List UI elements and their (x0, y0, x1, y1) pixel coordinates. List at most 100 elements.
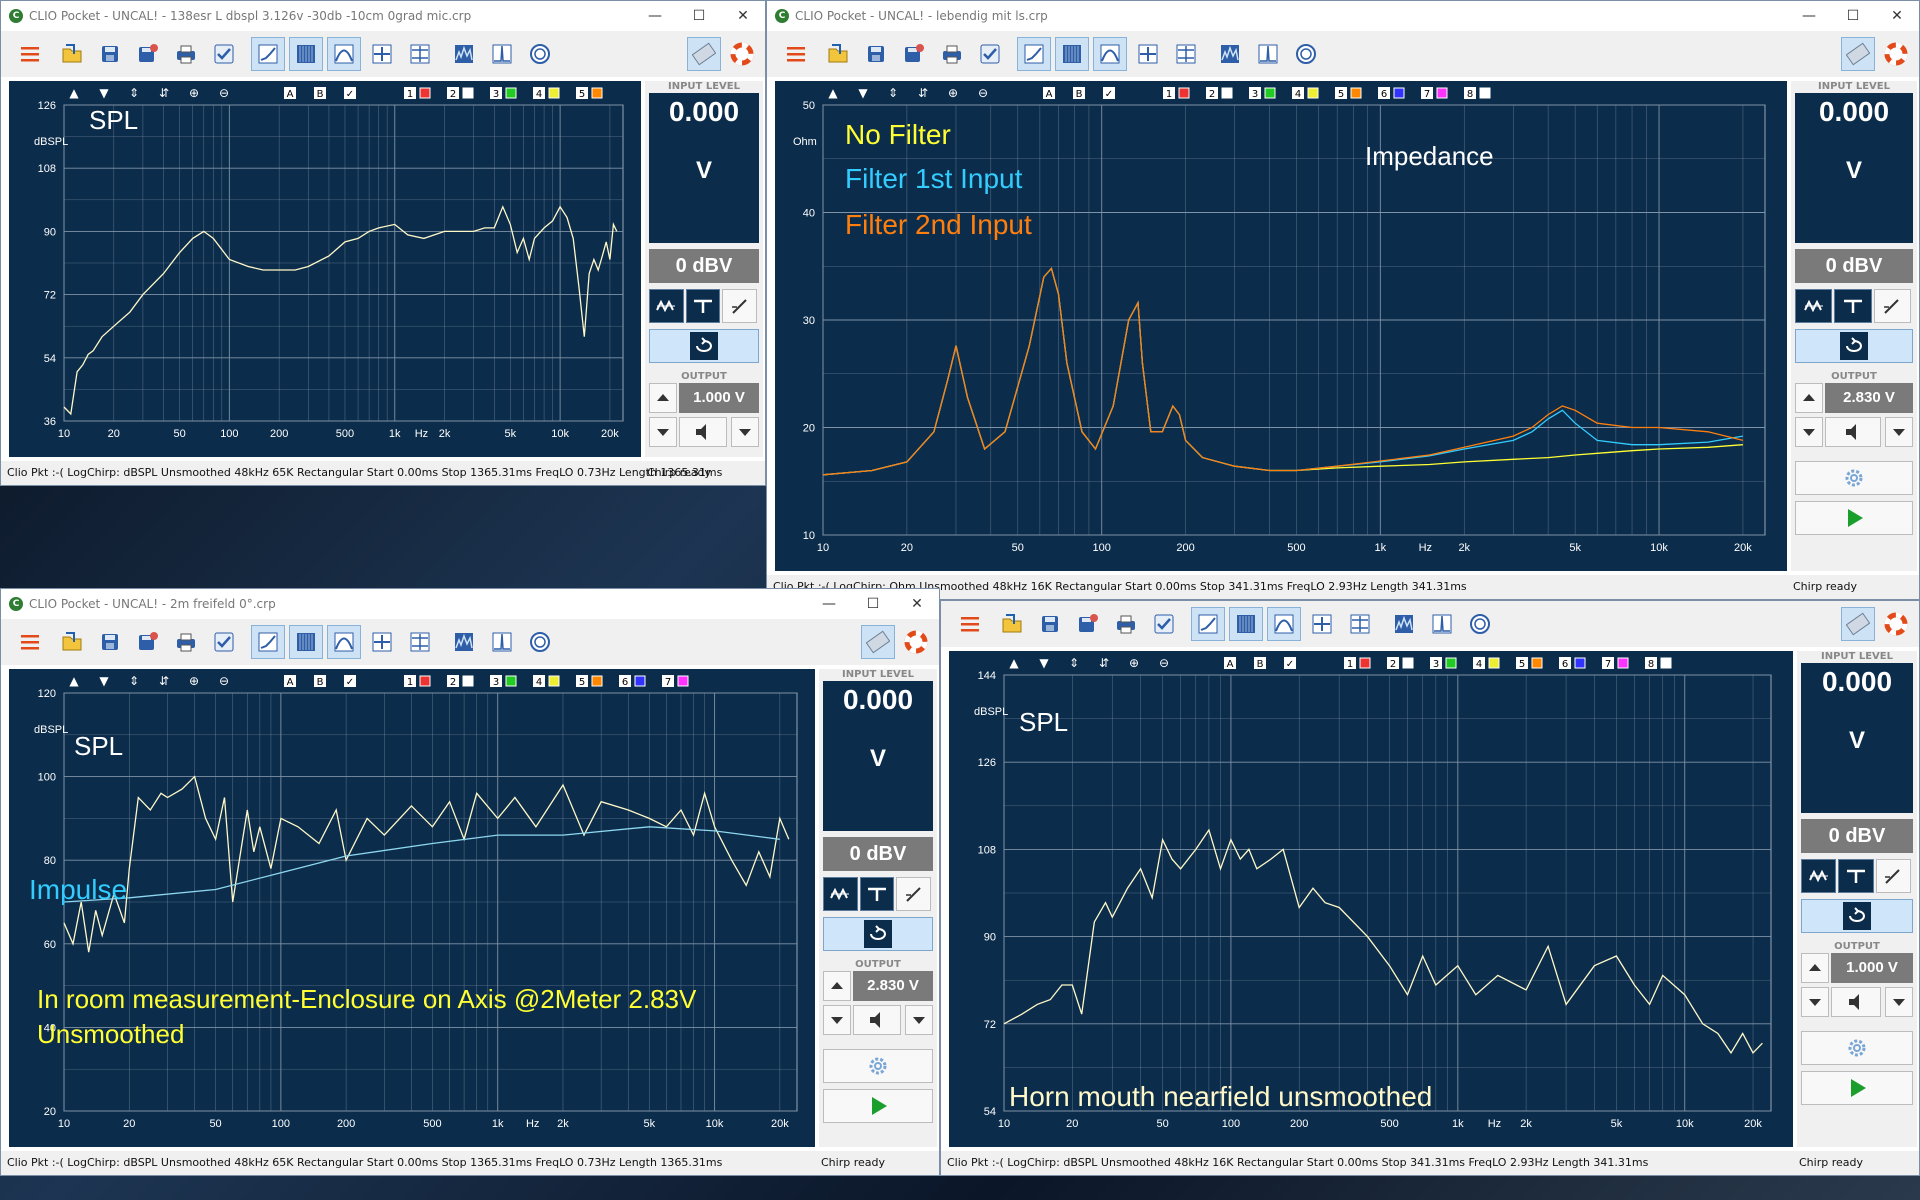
channel-color-swatch[interactable] (1488, 657, 1500, 669)
signal-mode-button[interactable] (1795, 289, 1833, 323)
help-button[interactable] (725, 37, 759, 71)
channel-color-swatch[interactable] (591, 87, 603, 99)
cursor-button[interactable] (365, 625, 399, 659)
output-up-button[interactable] (649, 383, 677, 413)
channel-color-swatch[interactable] (462, 87, 474, 99)
loop-button[interactable] (649, 329, 759, 363)
channel-color-swatch[interactable] (1436, 87, 1448, 99)
channel-color-swatch[interactable] (1393, 87, 1405, 99)
output-dropdown-button[interactable] (1885, 417, 1913, 447)
plot-tool-icon[interactable]: ⊕ (189, 674, 199, 688)
target-button[interactable] (1289, 37, 1323, 71)
bell-curve-button[interactable] (1267, 607, 1301, 641)
plot-area[interactable]: ▲ ▼ ⇕ ⇵ ⊕ ⊖ A B ✓ 1 2 3 4 5 126 108 90 72 54 36 dBSPL 10 20 50 1… (9, 81, 641, 485)
output-up-button[interactable] (1795, 383, 1823, 413)
signal-mode-button[interactable] (823, 877, 858, 911)
plot-tool-icon[interactable]: ⇕ (129, 674, 139, 688)
chart-view-button[interactable] (251, 37, 285, 71)
grid-view-button[interactable] (289, 37, 323, 71)
bell-curve-button[interactable] (327, 37, 361, 71)
settings-button[interactable] (823, 1049, 933, 1083)
channel-color-swatch[interactable] (634, 675, 646, 687)
channel-color-swatch[interactable] (1574, 657, 1586, 669)
loop-button[interactable] (823, 917, 933, 951)
target-button[interactable] (523, 625, 557, 659)
target-button[interactable] (1463, 607, 1497, 641)
plot-tool-icon[interactable]: ▲ (1009, 656, 1019, 670)
plot-tool-icon[interactable]: ⇵ (159, 86, 169, 100)
channel-color-swatch[interactable] (1445, 657, 1457, 669)
plot-tool-icon[interactable]: ⇵ (918, 86, 928, 100)
plot-toolbar[interactable]: ▲ ▼ ⇕ ⇵ ⊕ ⊖ A B ✓ 1 2 3 4 5 6 7 8 (828, 86, 1491, 100)
output-down-button[interactable] (1801, 987, 1829, 1017)
channel-color-swatch[interactable] (591, 675, 603, 687)
channel-color-swatch[interactable] (1350, 87, 1362, 99)
settings-button[interactable] (1801, 1031, 1913, 1065)
meter-button[interactable] (861, 625, 895, 659)
clio-window[interactable]: C CLIO Pocket - UNCAL! - 2m freifeld 0°.c… (0, 588, 940, 1176)
main-toolbar[interactable] (767, 31, 1919, 77)
compare-button[interactable] (1169, 37, 1203, 71)
print-button[interactable] (169, 37, 203, 71)
mute-button[interactable] (853, 1005, 901, 1035)
open-file-button[interactable] (995, 607, 1029, 641)
save-button[interactable] (93, 37, 127, 71)
channel-color-swatch[interactable] (1479, 87, 1491, 99)
output-up-button[interactable] (1801, 953, 1829, 983)
menu-button[interactable] (13, 625, 47, 659)
spectrum-button[interactable] (447, 625, 481, 659)
go-button[interactable] (823, 1089, 933, 1123)
print-button[interactable] (169, 625, 203, 659)
meter-button[interactable] (687, 37, 721, 71)
check-button[interactable] (973, 37, 1007, 71)
channel-color-swatch[interactable] (677, 675, 689, 687)
plot-tool-icon[interactable]: ⊕ (948, 86, 958, 100)
plot-tool-icon[interactable]: ▼ (858, 86, 868, 100)
minimize-button[interactable]: — (807, 591, 851, 617)
output-dropdown-button[interactable] (905, 1005, 933, 1035)
output-up-button[interactable] (823, 971, 851, 1001)
loop-button[interactable] (1801, 899, 1913, 933)
check-button[interactable] (207, 37, 241, 71)
close-button[interactable]: ✕ (1875, 3, 1919, 29)
channel-color-swatch[interactable] (505, 87, 517, 99)
settings-button[interactable] (1795, 461, 1913, 495)
main-toolbar[interactable] (1, 31, 765, 77)
plot-toolbar[interactable]: ▲ ▼ ⇕ ⇵ ⊕ ⊖ A B ✓ 1 2 3 4 5 6 7 (69, 674, 689, 688)
save-as-button[interactable] (1071, 607, 1105, 641)
phantom-button[interactable] (896, 877, 931, 911)
help-button[interactable] (1879, 37, 1913, 71)
bell-curve-button[interactable] (327, 625, 361, 659)
spectrum-button[interactable] (447, 37, 481, 71)
open-file-button[interactable] (55, 625, 89, 659)
channel-color-swatch[interactable] (462, 675, 474, 687)
plot-tool-icon[interactable]: ⇵ (159, 674, 169, 688)
channel-color-swatch[interactable] (548, 87, 560, 99)
chart-view-button[interactable] (1191, 607, 1225, 641)
print-button[interactable] (1109, 607, 1143, 641)
cursor-button[interactable] (1305, 607, 1339, 641)
channel-color-swatch[interactable] (548, 675, 560, 687)
output-down-button[interactable] (823, 1005, 851, 1035)
phantom-button[interactable] (1873, 289, 1911, 323)
signal-mode-button[interactable] (649, 289, 684, 323)
plot-tool-icon[interactable]: ▼ (1039, 656, 1049, 670)
plot-tool-icon[interactable]: ▲ (828, 86, 838, 100)
channel-color-swatch[interactable] (1264, 87, 1276, 99)
compare-button[interactable] (403, 625, 437, 659)
help-button[interactable] (1879, 607, 1913, 641)
peak-button[interactable] (485, 625, 519, 659)
plot-tool-icon[interactable]: ▼ (99, 674, 109, 688)
plot-tool-icon[interactable]: ⇕ (1069, 656, 1079, 670)
output-down-button[interactable] (1795, 417, 1823, 447)
close-button[interactable]: ✕ (721, 3, 765, 29)
plot-area[interactable]: ▲ ▼ ⇕ ⇵ ⊕ ⊖ A B ✓ 1 2 3 4 5 6 7 120 100 80 60 40 20 dBSPL 10 20 5… (9, 669, 815, 1147)
grid-view-button[interactable] (1229, 607, 1263, 641)
plot-tool-icon[interactable]: ▼ (99, 86, 109, 100)
menu-button[interactable] (779, 37, 813, 71)
chart-view-button[interactable] (1017, 37, 1051, 71)
plot-area[interactable]: ▲ ▼ ⇕ ⇵ ⊕ ⊖ A B ✓ 1 2 3 4 5 6 7 8 144 126 108 90 72 54 dBSPL 10 2… (949, 651, 1793, 1147)
compare-button[interactable] (1343, 607, 1377, 641)
grid-view-button[interactable] (289, 625, 323, 659)
phantom-button[interactable] (1875, 859, 1911, 893)
